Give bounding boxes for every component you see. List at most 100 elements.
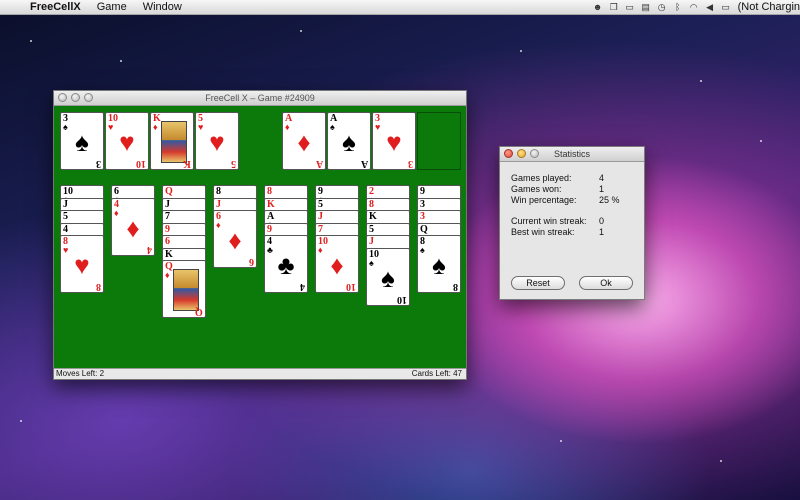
best-streak-label: Best win streak: — [511, 227, 575, 237]
foundation-slot-empty[interactable] — [417, 112, 461, 170]
robot-icon[interactable]: ☻ — [590, 2, 606, 12]
card-center-suit-icon: ♣ — [277, 250, 295, 280]
card-rank-bottom: 5 — [231, 158, 236, 169]
clipboard-icon[interactable]: ❐ — [606, 2, 622, 13]
card-rank-bottom: 10 — [136, 158, 146, 169]
free-cell-card[interactable]: K ♦ K — [150, 112, 194, 170]
card-suit-icon: ♦ — [153, 122, 158, 132]
window-controls — [58, 93, 93, 102]
card-rank-bottom: A — [315, 158, 323, 169]
cards-left-text: Cards Left: 47 — [411, 369, 462, 378]
wifi-icon[interactable]: ◠ — [686, 2, 702, 13]
card-center-suit-icon: ♦ — [228, 225, 242, 255]
games-won-value: 1 — [599, 184, 605, 194]
game-window-titlebar[interactable]: FreeCell X – Game #24909 — [54, 91, 466, 106]
games-won-label: Games won: — [511, 184, 562, 194]
time-machine-icon[interactable]: ◷ — [654, 2, 670, 13]
disk-icon[interactable]: ▤ — [638, 2, 654, 13]
card-center-suit-icon: ♦ — [297, 127, 311, 157]
status-bar: Moves Left: 2 Cards Left: 47 — [54, 368, 466, 379]
free-cell-card[interactable]: 10 ♥ ♥ 10 — [105, 112, 149, 170]
games-played-label: Games played: — [511, 173, 572, 183]
game-window: FreeCell X – Game #24909 3 ♠ ♠ 3 10 ♥ ♥ 10 K ♦ K 5 ♥… — [53, 90, 467, 380]
card-center-suit-icon: ♥ — [119, 127, 135, 157]
star — [520, 50, 522, 52]
card-rank-bottom: 4 — [147, 243, 152, 255]
game-table: 3♠♠310♥♥10K♦K5♥♥5A♦♦AA♠♠A3♥♥310♣♣10J♠♠J5… — [54, 106, 466, 368]
ok-button[interactable]: Ok — [579, 276, 633, 290]
card-center-suit-icon: ♥ — [209, 127, 225, 157]
win-percentage-value: 25 % — [599, 195, 620, 205]
volume-icon[interactable]: ◀ — [702, 2, 718, 13]
statistics-title: Statistics — [553, 149, 590, 159]
card-rank-bottom: A — [360, 158, 368, 169]
foundation-card[interactable]: 3 ♥ ♥ 3 — [372, 112, 416, 170]
free-cell-card[interactable]: 3 ♠ ♠ 3 — [60, 112, 104, 170]
star — [20, 420, 22, 422]
tableau-card[interactable]: 10 ♦ ♦ 10 — [315, 235, 359, 293]
card-center-suit-icon: ♥ — [386, 127, 402, 157]
minimize-button[interactable] — [71, 93, 80, 102]
game-window-title: FreeCell X – Game #24909 — [205, 93, 315, 103]
moves-left-text: Moves Left: 2 — [56, 369, 105, 378]
tableau-card[interactable]: 8♥♥8 — [60, 235, 104, 293]
tableau-card[interactable]: 8♠♠8 — [417, 235, 461, 293]
best-streak-value: 1 — [599, 227, 605, 237]
battery-status-text[interactable]: (Not Chargin — [734, 1, 800, 13]
card-rank-bottom: Q — [195, 306, 203, 317]
close-button[interactable] — [58, 93, 67, 102]
menu-game[interactable]: Game — [89, 1, 135, 13]
foundation-card[interactable]: A ♠ ♠ A — [327, 112, 371, 170]
star — [720, 460, 722, 462]
free-cell-card[interactable]: 5 ♥ ♥ 5 — [195, 112, 239, 170]
card-rank-bottom: 4 — [300, 281, 305, 292]
bluetooth-icon[interactable]: ᛒ — [670, 2, 686, 12]
statistics-window: Statistics Games played: 4 Games won: 1 … — [499, 146, 645, 300]
star — [700, 80, 702, 82]
card-center-suit-icon: ♦ — [330, 250, 344, 280]
card-center-suit-icon: ♠ — [342, 127, 356, 157]
tableau-card[interactable]: Q ♦ Q — [162, 260, 206, 318]
zoom-button[interactable] — [84, 93, 93, 102]
menu-app-name[interactable]: FreeCellX — [22, 1, 89, 13]
tableau-card[interactable]: 10 ♠ ♠ 10 — [366, 247, 410, 306]
card-suit-icon: ♦ — [165, 270, 170, 280]
star — [300, 30, 302, 32]
card-center-suit-icon: ♠ — [432, 250, 446, 280]
tableau-card[interactable]: 4 ♣ ♣ 4 — [264, 235, 308, 293]
star — [120, 60, 122, 62]
star — [30, 40, 32, 42]
card-rank-bottom: 10 — [397, 293, 407, 305]
minimize-button[interactable] — [517, 149, 526, 158]
card-center-suit-icon: ♦ — [126, 212, 140, 243]
display-icon[interactable]: ▭ — [622, 2, 638, 13]
card-rank-bottom: 3 — [96, 158, 101, 169]
card-rank-bottom: K — [183, 158, 191, 169]
statistics-titlebar[interactable]: Statistics — [500, 147, 644, 162]
games-played-value: 4 — [599, 173, 605, 183]
foundation-card[interactable]: A ♦ ♦ A — [282, 112, 326, 170]
card-rank-bottom: 6 — [249, 256, 254, 267]
star — [760, 140, 762, 142]
menu-bar: FreeCellX Game Window ☻ ❐ ▭ ▤ ◷ ᛒ ◠ ◀ ▭ … — [0, 0, 800, 15]
current-streak-label: Current win streak: — [511, 216, 587, 226]
close-button[interactable] — [504, 149, 513, 158]
menu-extras: ☻ ❐ ▭ ▤ ◷ ᛒ ◠ ◀ ▭ (Not Chargin — [590, 0, 800, 14]
tableau-card[interactable]: 4 ♦ ♦ 4 — [111, 197, 155, 256]
card-center-suit-icon: ♠ — [75, 127, 89, 157]
face-card-illustration — [161, 121, 187, 163]
card-rank-bottom: 8 — [96, 281, 101, 292]
window-controls — [504, 149, 539, 158]
zoom-button — [530, 149, 539, 158]
face-card-illustration — [173, 269, 199, 311]
battery-icon[interactable]: ▭ — [718, 2, 734, 13]
tableau-card[interactable]: 6 ♦ ♦ 6 — [213, 210, 257, 268]
card-rank-bottom: 8 — [453, 281, 458, 292]
reset-button[interactable]: Reset — [511, 276, 565, 290]
card-center-suit-icon: ♠ — [381, 262, 395, 293]
card-rank-bottom: 3 — [408, 158, 413, 169]
menu-window[interactable]: Window — [135, 1, 190, 13]
win-percentage-label: Win percentage: — [511, 195, 577, 205]
card-center-suit-icon: ♥ — [74, 250, 90, 280]
card-rank-bottom: 10 — [346, 281, 356, 292]
